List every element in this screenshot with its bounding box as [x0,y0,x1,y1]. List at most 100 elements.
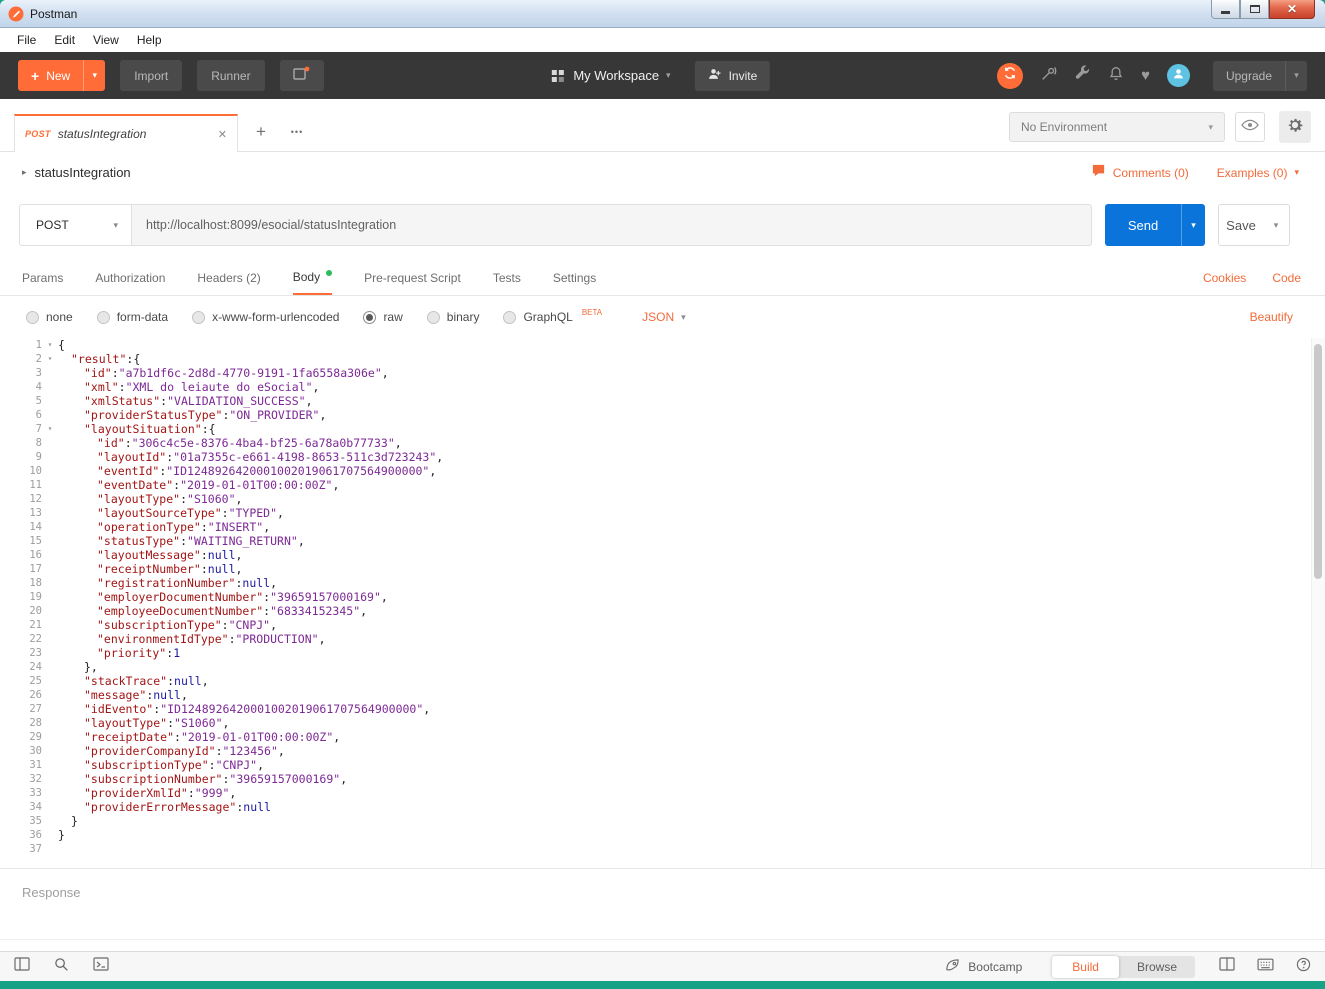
code-line[interactable]: 11"eventDate":"2019-01-01T00:00:00Z", [0,478,1325,492]
menu-help[interactable]: Help [128,33,171,47]
body-type-option[interactable]: form-data [97,310,168,324]
code-line[interactable]: 26"message":null, [0,688,1325,702]
code-line[interactable]: 12"layoutType":"S1060", [0,492,1325,506]
code-line[interactable]: 2▾"result":{ [0,352,1325,366]
menu-file[interactable]: File [8,33,45,47]
code-line[interactable]: 14"operationType":"INSERT", [0,520,1325,534]
code-line[interactable]: 19"employerDocumentNumber":"396591570001… [0,590,1325,604]
window-titlebar[interactable]: Postman ✕ [0,0,1325,28]
body-type-option[interactable]: raw [363,310,402,324]
body-type-option[interactable]: none [26,310,73,324]
code-line[interactable]: 22"environmentIdType":"PRODUCTION", [0,632,1325,646]
runner-button[interactable]: Runner [197,60,264,91]
beautify-link[interactable]: Beautify [1250,310,1325,324]
code-line[interactable]: 36} [0,828,1325,842]
minimize-button[interactable] [1211,0,1240,19]
code-line[interactable]: 37 [0,842,1325,856]
code-line[interactable]: 16"layoutMessage":null, [0,548,1325,562]
send-dropdown-button[interactable]: ▾ [1181,204,1205,246]
code-line[interactable]: 35} [0,814,1325,828]
environment-quick-look-button[interactable] [1235,112,1265,142]
environment-settings-button[interactable] [1279,111,1311,143]
code-line[interactable]: 34"providerErrorMessage":null [0,800,1325,814]
new-dropdown-button[interactable]: ▾ [83,60,105,91]
code-line[interactable]: 28"layoutType":"S1060", [0,716,1325,730]
notifications-button[interactable] [1108,65,1124,87]
tab-body[interactable]: Body [293,260,332,295]
sync-status-button[interactable] [997,63,1023,89]
disclosure-triangle-icon[interactable]: ▸ [22,167,27,178]
body-type-option[interactable]: GraphQLBETA [503,310,602,324]
code-line[interactable]: 21"subscriptionType":"CNPJ", [0,618,1325,632]
close-button[interactable]: ✕ [1269,0,1315,19]
code-link[interactable]: Code [1272,271,1301,285]
code-line[interactable]: 18"registrationNumber":null, [0,576,1325,590]
two-pane-view-button[interactable] [1219,957,1235,976]
import-button[interactable]: Import [120,60,182,91]
code-line[interactable]: 30"providerCompanyId":"123456", [0,744,1325,758]
help-button[interactable] [1296,957,1311,977]
invite-button[interactable]: Invite [695,61,771,91]
examples-dropdown[interactable]: Examples (0) ▾ [1217,166,1299,180]
sidebar-toggle-button[interactable] [14,957,30,976]
workspace-switcher[interactable]: My Workspace ▾ Invite [550,61,770,91]
shortcuts-button[interactable] [1257,958,1274,976]
tab-close-icon[interactable]: ✕ [218,128,227,141]
workspace-label[interactable]: My Workspace [573,68,659,83]
menu-edit[interactable]: Edit [45,33,84,47]
code-line[interactable]: 13"layoutSourceType":"TYPED", [0,506,1325,520]
environment-selector[interactable]: No Environment ▾ [1009,112,1225,142]
tab-pre-request-script[interactable]: Pre-request Script [364,260,461,295]
open-new-tab-button[interactable]: + [248,119,274,145]
bootcamp-button[interactable]: Bootcamp [945,958,1022,976]
code-line[interactable]: 7▾"layoutSituation":{ [0,422,1325,436]
user-avatar[interactable] [1167,64,1190,87]
tab-authorization[interactable]: Authorization [95,260,165,295]
request-name[interactable]: statusIntegration [35,165,131,180]
request-tab[interactable]: POST statusIntegration ✕ [14,114,238,152]
code-line[interactable]: 29"receiptDate":"2019-01-01T00:00:00Z", [0,730,1325,744]
maximize-button[interactable] [1240,0,1269,19]
code-line[interactable]: 20"employeeDocumentNumber":"68334152345"… [0,604,1325,618]
code-line[interactable]: 8"id":"306c4c5e-8376-4ba4-bf25-6a78a0b77… [0,436,1325,450]
code-line[interactable]: 3"id":"a7b1df6c-2d8d-4770-9191-1fa6558a3… [0,366,1325,380]
code-line[interactable]: 24}, [0,660,1325,674]
body-language-selector[interactable]: JSON ▾ [642,310,686,324]
code-line[interactable]: 1▾{ [0,338,1325,352]
code-line[interactable]: 9"layoutId":"01a7355c-e661-4198-8653-511… [0,450,1325,464]
menu-view[interactable]: View [84,33,128,47]
comments-link[interactable]: Comments (0) [1091,163,1189,183]
code-line[interactable]: 17"receiptNumber":null, [0,562,1325,576]
method-selector[interactable]: POST ▾ [19,204,132,246]
console-button[interactable] [93,957,109,976]
save-dropdown-button[interactable]: ▾ [1263,204,1290,246]
new-window-button[interactable] [280,60,324,91]
send-button[interactable]: Send [1105,204,1181,246]
tab-settings[interactable]: Settings [553,260,596,295]
code-line[interactable]: 27"idEvento":"ID124892642000100201906170… [0,702,1325,716]
code-line[interactable]: 10"eventId":"ID1248926420001002019061707… [0,464,1325,478]
save-button[interactable]: Save [1218,204,1264,246]
code-line[interactable]: 23"priority":1 [0,646,1325,660]
body-editor[interactable]: 1▾{2▾"result":{3"id":"a7b1df6c-2d8d-4770… [0,338,1325,868]
code-line[interactable]: 32"subscriptionNumber":"39659157000169", [0,772,1325,786]
code-line[interactable]: 31"subscriptionType":"CNPJ", [0,758,1325,772]
tab-params[interactable]: Params [22,260,63,295]
body-type-option[interactable]: binary [427,310,480,324]
tab-tests[interactable]: Tests [493,260,521,295]
find-replace-button[interactable] [54,957,69,977]
code-line[interactable]: 25"stackTrace":null, [0,674,1325,688]
code-line[interactable]: 4"xml":"XML do leiaute do eSocial", [0,380,1325,394]
code-line[interactable]: 15"statusType":"WAITING_RETURN", [0,534,1325,548]
scrollbar-thumb[interactable] [1314,344,1322,579]
favorites-button[interactable]: ♥ [1141,68,1150,83]
url-input[interactable] [132,205,1091,245]
new-button[interactable]: + New [18,60,83,91]
build-toggle[interactable]: Build [1052,956,1119,978]
upgrade-dropdown-button[interactable]: ▾ [1285,61,1307,91]
settings-wrench-button[interactable] [1074,65,1091,87]
code-line[interactable]: 6"providerStatusType":"ON_PROVIDER", [0,408,1325,422]
body-type-option[interactable]: x-www-form-urlencoded [192,310,339,324]
browse-toggle[interactable]: Browse [1119,956,1195,978]
capture-requests-button[interactable] [1040,65,1057,87]
